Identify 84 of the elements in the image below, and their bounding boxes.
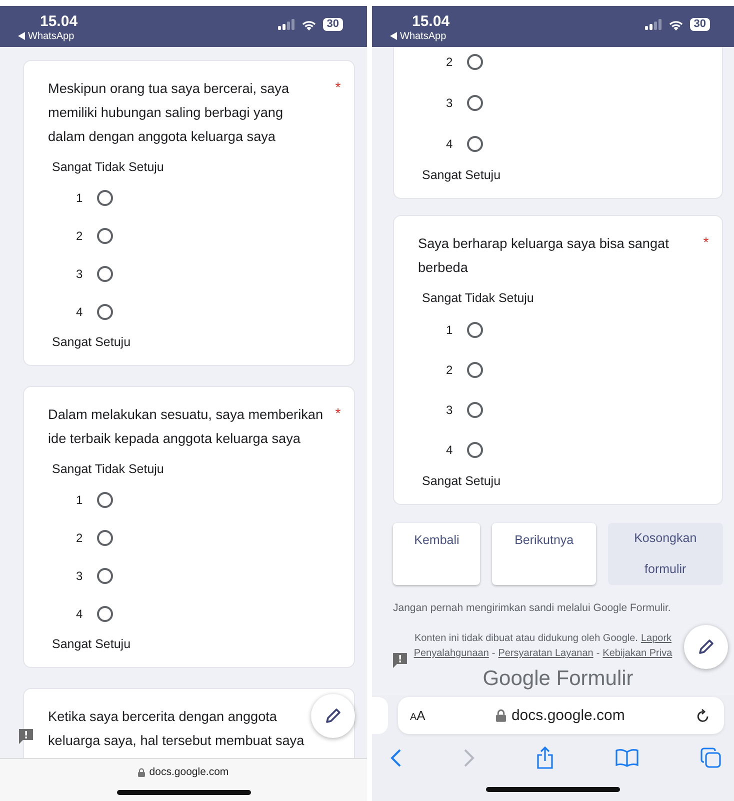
separator: -: [492, 647, 496, 661]
signal-icon: [644, 19, 662, 30]
required-asterisk: *: [702, 233, 710, 252]
option-number: 3: [76, 569, 84, 583]
scale-label: Sangat Tidak Setuju: [422, 290, 534, 306]
url-text[interactable]: docs.google.com: [138, 766, 229, 778]
logo-text: Google Formulir: [482, 667, 634, 691]
password-warning: Jangan pernah mengirimkan sandi melalui Google Formulir.: [393, 601, 671, 615]
option-number: 2: [76, 229, 84, 243]
radio-button[interactable]: [467, 54, 483, 70]
report-icon[interactable]: [392, 652, 408, 668]
scale-label: Sangat Tidak Setuju: [52, 461, 164, 477]
pencil-icon: [697, 638, 715, 656]
lock-icon: [496, 709, 506, 722]
radio-button[interactable]: [467, 442, 483, 458]
triangle-left-icon: [390, 32, 397, 40]
back-to-app-link[interactable]: WhatsApp: [18, 30, 74, 42]
battery-level: 30: [322, 18, 343, 31]
required-asterisk: *: [334, 404, 342, 423]
radio-button[interactable]: [97, 304, 113, 320]
radio-button[interactable]: [97, 568, 113, 584]
radio-button[interactable]: [97, 530, 113, 546]
option-number: 4: [446, 443, 454, 457]
scale-label: Sangat Setuju: [422, 473, 501, 489]
option-number: 1: [446, 323, 454, 337]
separator: -: [596, 647, 600, 661]
back-icon[interactable]: [390, 748, 402, 768]
footer-link[interactable]: Penyalahgunaan: [414, 646, 489, 661]
option-number: 4: [76, 607, 84, 621]
option-number: 3: [446, 96, 454, 110]
scale-label: Sangat Tidak Setuju: [52, 159, 164, 175]
reload-icon[interactable]: [696, 708, 710, 724]
required-asterisk: *: [334, 78, 342, 97]
question-text: Dalam melakukan sesuatu, saya memberikan ide terbaik kepada anggota keluarga saya: [48, 406, 324, 448]
question-text: Meskipun orang tua saya bercerai, saya memiliki hubungan saling berbagi yang dalam dengan anggota keluarga saya: [48, 80, 290, 146]
form-nav-button[interactable]: Berikutnya: [492, 523, 596, 585]
footer-link[interactable]: Kebijakan Priva: [602, 646, 672, 661]
back-to-app-link[interactable]: WhatsApp: [390, 30, 446, 42]
radio-button[interactable]: [467, 322, 483, 338]
footer-link[interactable]: Persyaratan Layanan: [498, 646, 594, 661]
report-link[interactable]: Lapork: [640, 631, 672, 646]
battery-level: 30: [690, 18, 710, 31]
triangle-left-icon: [18, 32, 25, 40]
clock: 15.04: [412, 12, 450, 30]
radio-button[interactable]: [97, 266, 113, 282]
question-text: Saya berharap keluarga saya bisa sangat berbeda: [418, 235, 669, 277]
url-text: docs.google.com: [496, 707, 625, 724]
option-number: 4: [76, 305, 84, 319]
scale-label: Sangat Setuju: [422, 167, 501, 183]
clear-form-button[interactable]: Kosongkan formulir: [608, 523, 723, 585]
address-bar[interactable]: AA docs.google.com: [398, 697, 724, 734]
radio-button[interactable]: [97, 492, 113, 508]
option-number: 2: [446, 363, 454, 377]
form-nav-button[interactable]: Kembali: [393, 523, 480, 585]
scale-label: Sangat Setuju: [52, 334, 131, 350]
option-number: 3: [76, 267, 84, 281]
radio-button[interactable]: [97, 190, 113, 206]
scale-label: Sangat Setuju: [52, 636, 131, 652]
wifi-icon: [668, 18, 684, 30]
lock-icon: [138, 768, 146, 776]
text-size-button[interactable]: AA: [410, 708, 426, 723]
option-number: 1: [76, 191, 84, 205]
report-icon[interactable]: [18, 728, 34, 744]
option-number: 2: [446, 54, 454, 68]
wifi-icon: [300, 18, 317, 30]
radio-button[interactable]: [97, 606, 113, 622]
radio-button[interactable]: [467, 136, 483, 152]
disclaimer-text: Konten ini tidak dibuat atau didukung oleh Google.: [414, 632, 638, 646]
option-number: 1: [76, 493, 84, 507]
option-number: 3: [446, 403, 454, 417]
tabs-icon[interactable]: [700, 747, 722, 769]
pencil-icon: [324, 707, 342, 725]
option-number: 2: [76, 531, 84, 545]
share-icon[interactable]: [536, 746, 554, 770]
radio-button[interactable]: [467, 362, 483, 378]
signal-icon: [278, 19, 295, 30]
book-icon[interactable]: [615, 748, 639, 768]
question-text: Ketika saya bercerita dengan anggota keluarga saya, hal tersebut membuat saya: [48, 708, 304, 750]
radio-button[interactable]: [467, 94, 483, 110]
radio-button[interactable]: [97, 228, 113, 244]
clock: 15.04: [40, 12, 78, 30]
edit-button[interactable]: [684, 625, 728, 669]
radio-button[interactable]: [467, 402, 483, 418]
option-number: 4: [446, 136, 454, 150]
